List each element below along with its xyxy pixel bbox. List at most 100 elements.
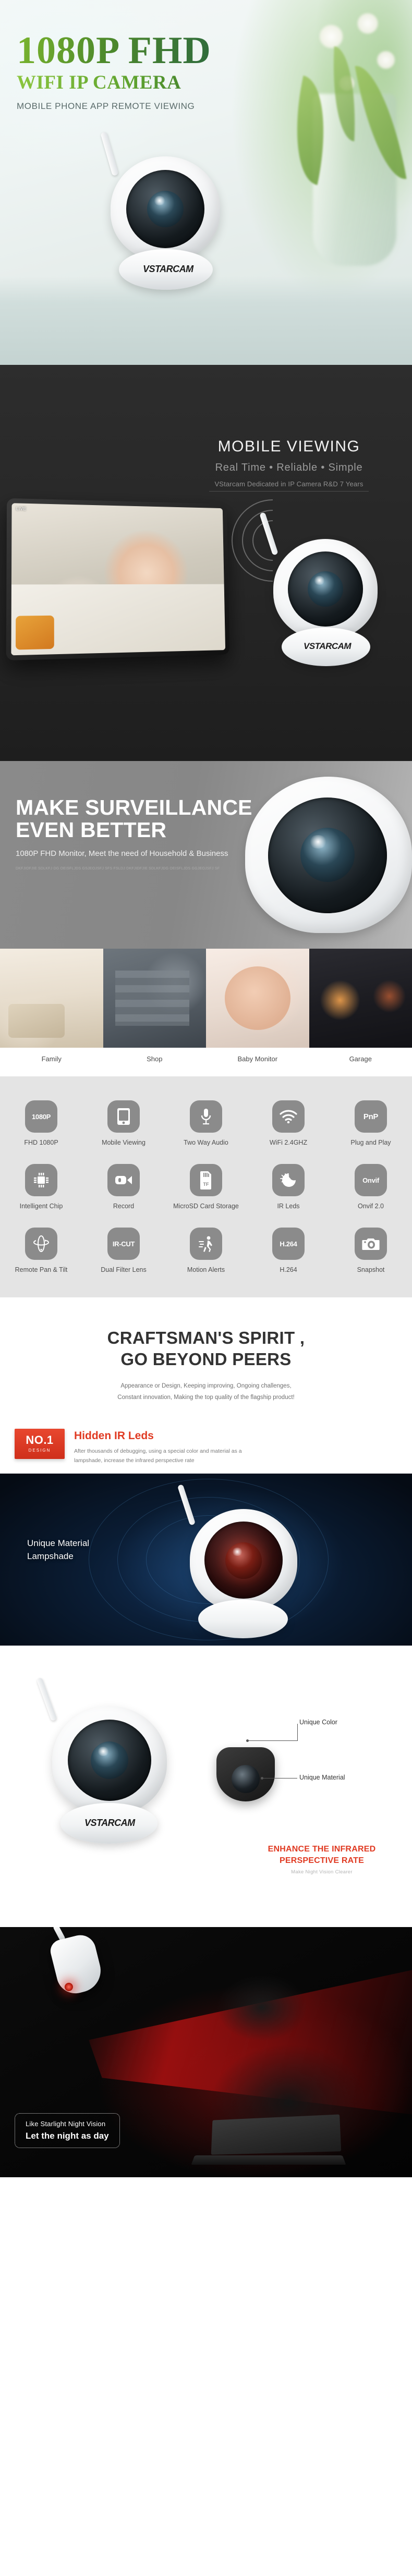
feature-two-way-audio: Two Way Audio — [165, 1100, 247, 1146]
feature-label-motion-alerts: Motion Alerts — [187, 1266, 225, 1273]
camera-lens — [300, 828, 355, 882]
camera-antenna — [36, 1677, 57, 1722]
ip-camera-closeup — [224, 766, 412, 943]
feature-wifi: WiFi 2.4GHZ — [247, 1100, 330, 1146]
camera-lens — [91, 1741, 128, 1780]
feature-plug-and-play: PnP Plug and Play — [330, 1100, 412, 1146]
product-detail-page: 1080P FHD WIFI IP CAMERA MOBILE PHONE AP… — [0, 0, 412, 2178]
camera-face-plate — [204, 1522, 283, 1599]
scene-caption-row: Family Shop Baby Monitor Garage — [0, 1048, 412, 1072]
tablet-screen: LIVE — [11, 503, 226, 656]
camera-lens — [147, 191, 184, 227]
laptop-screen — [211, 2114, 342, 2155]
onvif-icon-text: Onvif — [362, 1176, 379, 1184]
snapshot-camera-icon — [355, 1228, 387, 1260]
plug-and-play-icon: PnP — [355, 1100, 387, 1133]
feature-label-h264: H.264 — [280, 1266, 297, 1273]
fhd-1080p-icon: 1080P — [25, 1100, 57, 1133]
feature-icons-section: 1080P FHD 1080P Mobile Viewing Two Way A… — [0, 1076, 412, 1297]
feature-label-pan-tilt: Remote Pan & Tilt — [15, 1266, 68, 1273]
surveillance-title-line1: MAKE SURVEILLANCE — [16, 795, 252, 819]
callout-unique-material: Unique Material — [299, 1774, 345, 1782]
onvif-icon: Onvif — [355, 1164, 387, 1196]
camera-head — [245, 777, 412, 933]
feature-label-plug-and-play: Plug and Play — [350, 1139, 391, 1146]
surveillance-section: MAKE SURVEILLANCE EVEN BETTER 1080P FHD … — [0, 761, 412, 949]
scene-image-garage — [309, 949, 412, 1048]
craftsman-paragraph: Appearance or Design, Keeping improving,… — [0, 1381, 412, 1404]
enhance-infrared-line2: PERSPECTIVE RATE — [279, 1856, 365, 1865]
night-vision-section: Like Starlight Night Vision Let the nigh… — [0, 1927, 412, 2178]
craftsman-paragraph-line1: Appearance or Design, Keeping improving,… — [120, 1382, 292, 1389]
hidden-ir-stage-label-line2: Lampshade — [27, 1551, 74, 1561]
callout-line-color-vertical — [297, 1724, 298, 1741]
hidden-ir-text-block: Hidden IR Leds After thousands of debugg… — [74, 1429, 242, 1466]
ip-camera-mobile-section: VSTARCAM — [214, 482, 397, 688]
hidden-ir-section: NO.1 DESIGN Hidden IR Leds After thousan… — [0, 1419, 412, 1646]
feature-record: Record — [82, 1164, 165, 1210]
camera-brand-logo: VSTARCAM — [304, 641, 352, 651]
craftsman-paragraph-line2: Constant innovation, Making the top qual… — [117, 1394, 295, 1401]
svg-text:TF: TF — [203, 1182, 209, 1187]
surveillance-text-block: MAKE SURVEILLANCE EVEN BETTER 1080P FHD … — [16, 796, 252, 872]
enhance-infrared-title: ENHANCE THE INFRARED PERSPECTIVE RATE — [246, 1844, 397, 1866]
feature-label-ir-cut: Dual Filter Lens — [101, 1266, 147, 1273]
feature-label-snapshot: Snapshot — [357, 1266, 385, 1273]
scene-image-row — [0, 949, 412, 1048]
feature-label-record: Record — [113, 1203, 135, 1210]
feature-label-fhd-1080p: FHD 1080P — [24, 1139, 58, 1146]
camera-brand-logo: VSTARCAM — [143, 264, 193, 274]
scene-image-baby-monitor — [206, 949, 309, 1048]
plug-and-play-icon-text: PnP — [363, 1112, 379, 1121]
osd-overlay-text: LIVE — [16, 506, 27, 512]
ip-camera-hero: VSTARCAM — [93, 131, 239, 305]
camera-antenna — [100, 131, 119, 176]
feature-ir-cut: IR-CUT Dual Filter Lens — [82, 1228, 165, 1273]
feature-ir-leds: IR Leds — [247, 1164, 330, 1210]
craftsman-title: CRAFTSMAN'S SPIRIT , GO BEYOND PEERS — [0, 1328, 412, 1370]
camera-lens — [308, 571, 343, 607]
hidden-ir-paragraph-line2: lampshade, increase the infrared perspec… — [74, 1457, 195, 1464]
craftsman-title-line1: CRAFTSMAN'S SPIRIT , — [107, 1328, 305, 1347]
microphone-icon — [190, 1100, 222, 1133]
feature-label-two-way-audio: Two Way Audio — [184, 1139, 228, 1146]
mobile-viewing-heading-block: MOBILE VIEWING Real Time • Reliable • Si… — [185, 438, 393, 492]
pan-tilt-icon — [25, 1228, 57, 1260]
feature-label-ir-leds: IR Leds — [277, 1203, 300, 1210]
camera-face-plate — [268, 798, 387, 913]
no1-badge-sub: DESIGN — [28, 1448, 51, 1453]
feature-fhd-1080p: 1080P FHD 1080P — [0, 1100, 82, 1146]
hero-subtitle: WIFI IP CAMERA — [17, 71, 211, 94]
feature-label-mobile-viewing: Mobile Viewing — [102, 1139, 146, 1146]
camera-head — [273, 539, 378, 639]
hero-banner: 1080P FHD WIFI IP CAMERA MOBILE PHONE AP… — [0, 0, 412, 365]
night-vision-badge-line2: Let the night as day — [26, 2131, 109, 2141]
night-vision-badge: Like Starlight Night Vision Let the nigh… — [15, 2113, 120, 2149]
feature-pan-tilt: Remote Pan & Tilt — [0, 1228, 82, 1273]
mobile-phone-icon — [107, 1100, 140, 1133]
scene-caption-garage: Garage — [349, 1055, 372, 1063]
hidden-ir-header-row: NO.1 DESIGN Hidden IR Leds After thousan… — [0, 1428, 412, 1466]
video-record-icon — [107, 1164, 140, 1196]
feature-microsd-storage: TF MicroSD Card Storage — [165, 1164, 247, 1210]
craftsman-title-line2: GO BEYOND PEERS — [120, 1349, 292, 1369]
lens-glint — [309, 835, 328, 849]
unique-material-section: VSTARCAM Unique Color Unique Material EN… — [0, 1646, 412, 1928]
night-vision-badge-line1: Like Starlight Night Vision — [26, 2120, 106, 2128]
feature-snapshot: Snapshot — [330, 1228, 412, 1273]
hidden-ir-stage: Unique Material Lampshade — [0, 1474, 412, 1646]
h264-codec-icon-text: H.264 — [280, 1240, 297, 1248]
surveillance-subtitle: 1080P FHD Monitor, Meet the need of Hous… — [16, 849, 228, 858]
enhance-infrared-line1: ENHANCE THE INFRARED — [268, 1845, 376, 1854]
camera-body — [48, 1932, 105, 1998]
camera-face-plate — [68, 1720, 151, 1801]
mobile-viewing-note: VStarcam Dedicated in IP Camera R&D 7 Ye… — [209, 480, 369, 492]
feature-icon-grid: 1080P FHD 1080P Mobile Viewing Two Way A… — [0, 1100, 412, 1273]
surveillance-title-line2: EVEN BETTER — [16, 818, 167, 842]
mobile-viewing-section: MOBILE VIEWING Real Time • Reliable • Si… — [0, 365, 412, 761]
camera-lens — [225, 1542, 262, 1579]
callout-line-color — [247, 1740, 297, 1741]
ip-camera-unique: VSTARCAM — [36, 1677, 203, 1864]
craftsman-section: CRAFTSMAN'S SPIRIT , GO BEYOND PEERS App… — [0, 1297, 412, 1419]
scene-caption-family: Family — [41, 1055, 62, 1063]
